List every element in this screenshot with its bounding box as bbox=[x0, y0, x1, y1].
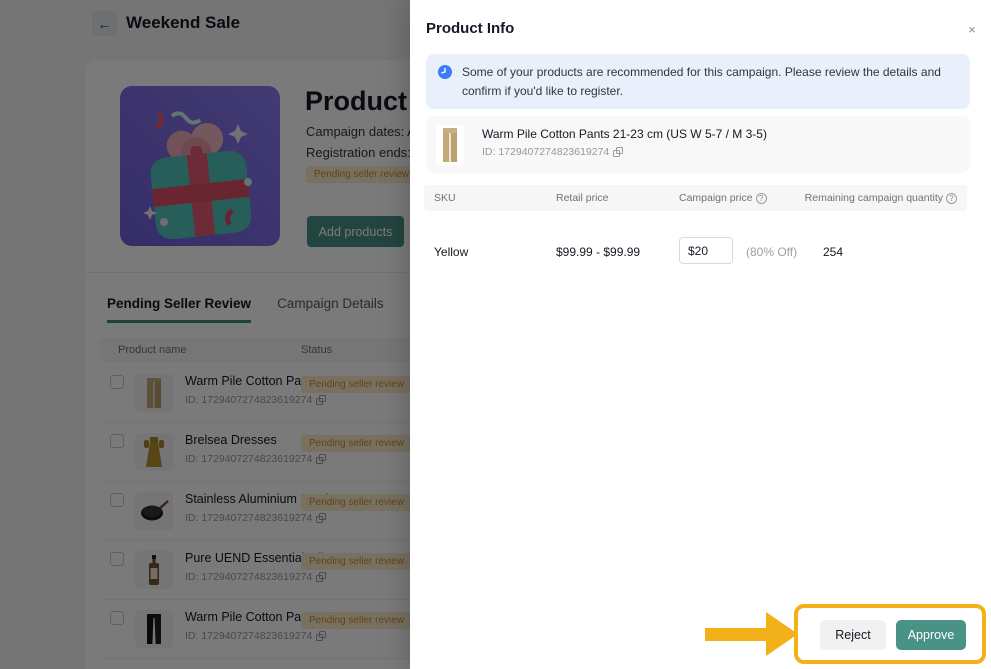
sku-table-header: SKU Retail price Campaign price ? Remain… bbox=[424, 185, 967, 211]
column-sku: SKU bbox=[434, 192, 456, 204]
annotation-arrow-shaft bbox=[705, 628, 769, 641]
campaign-price-input[interactable] bbox=[679, 237, 733, 264]
column-remaining-quantity: Remaining campaign quantity ? bbox=[805, 192, 957, 204]
column-campaign-price: Campaign price ? bbox=[679, 192, 767, 204]
screen: ← Weekend Sale bbox=[0, 0, 991, 669]
annotation-highlight-box bbox=[794, 604, 986, 664]
sku-value: Yellow bbox=[434, 245, 468, 259]
close-icon[interactable]: × bbox=[963, 20, 981, 38]
clock-icon bbox=[438, 65, 452, 79]
help-icon[interactable]: ? bbox=[946, 193, 957, 204]
sku-row: Yellow $99.99 - $99.99 (80% Off) 254 bbox=[424, 230, 967, 274]
product-name: Warm Pile Cotton Pants 21-23 cm (US W 5-… bbox=[482, 127, 767, 141]
copy-icon[interactable] bbox=[613, 147, 623, 157]
tan-pants-thumbnail-image bbox=[436, 125, 464, 165]
remaining-quantity-value: 254 bbox=[823, 245, 843, 259]
info-banner: Some of your products are recommended fo… bbox=[426, 54, 970, 109]
discount-label: (80% Off) bbox=[746, 245, 797, 259]
column-retail-price: Retail price bbox=[556, 192, 609, 204]
info-banner-text: Some of your products are recommended fo… bbox=[462, 65, 941, 98]
modal-title: Product Info bbox=[426, 20, 514, 37]
retail-price-value: $99.99 - $99.99 bbox=[556, 245, 640, 259]
product-id: ID: 1729407274823619274 bbox=[482, 146, 623, 158]
help-icon[interactable]: ? bbox=[756, 193, 767, 204]
product-info-modal: Product Info × Some of your products are… bbox=[410, 0, 991, 669]
product-summary-card: Warm Pile Cotton Pants 21-23 cm (US W 5-… bbox=[426, 116, 970, 173]
